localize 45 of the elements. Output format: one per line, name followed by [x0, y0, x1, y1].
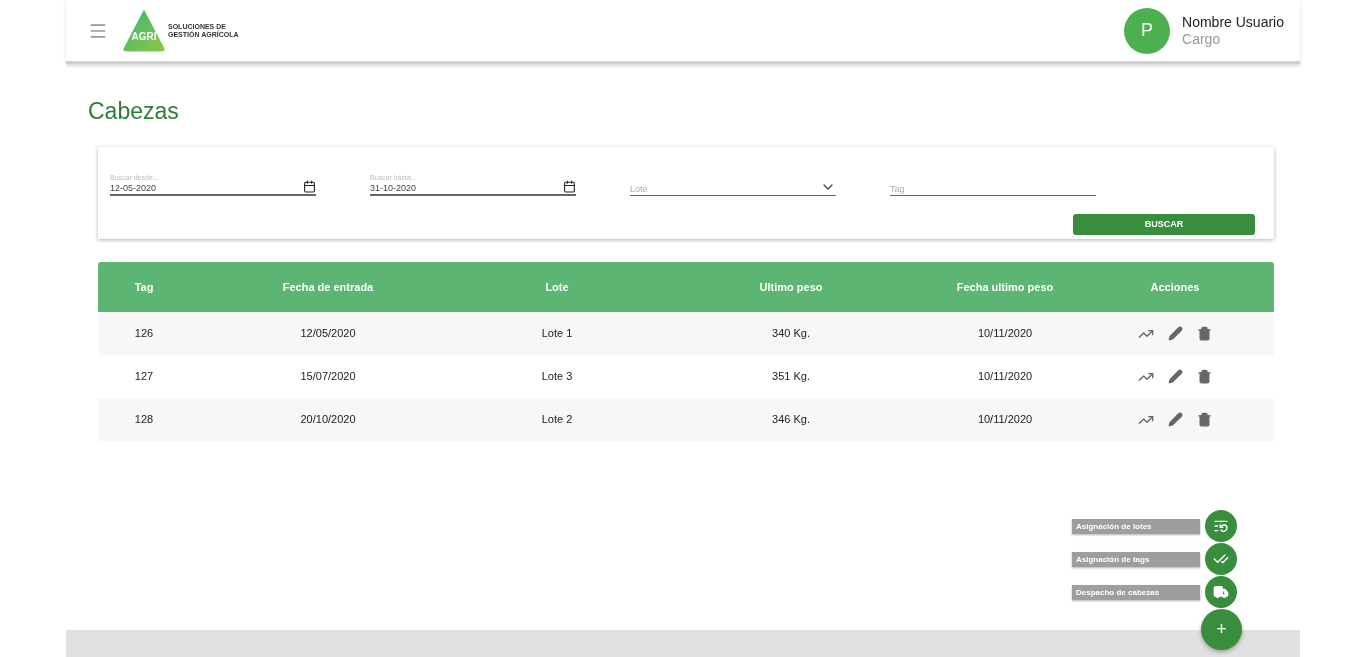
- table-cell-text: 128: [134, 412, 154, 428]
- truck-icon: [1213, 584, 1229, 600]
- action-label: Despacho de cabezas: [1072, 584, 1200, 600]
- table-cell-text: 340 Kg.: [772, 326, 810, 342]
- edit-icon[interactable]: [1168, 325, 1183, 341]
- table-cell-text: 12/05/2020: [300, 326, 356, 342]
- column-header: Fecha de entrada: [282, 279, 374, 295]
- action-label: Asignación de tags: [1072, 551, 1200, 567]
- table-cell-text: 126: [134, 326, 154, 342]
- table-cell-text: 15/07/2020: [300, 369, 356, 385]
- delete-icon[interactable]: [1197, 325, 1212, 341]
- table-cell-text: 10/11/2020: [977, 412, 1033, 428]
- column-header: Tag: [134, 279, 154, 295]
- column-header: Acciones: [1150, 279, 1200, 295]
- delete-icon[interactable]: [1197, 411, 1212, 427]
- table-cell-text: 10/11/2020: [977, 326, 1033, 342]
- user-role: Cargo: [1182, 30, 1222, 48]
- table-cell-text: 127: [134, 369, 154, 385]
- table-cell-text: Lote 2: [541, 412, 573, 428]
- edit-icon[interactable]: [1168, 411, 1183, 427]
- delete-icon[interactable]: [1197, 368, 1212, 384]
- action-button[interactable]: [1205, 576, 1237, 608]
- action-label: Asignación de lotes: [1072, 518, 1200, 534]
- calendar-icon: [563, 180, 576, 193]
- user-avatar: P: [1124, 7, 1171, 54]
- logo-mark: AGRI: [122, 9, 166, 52]
- search-button[interactable]: BUSCAR: [1073, 214, 1255, 235]
- lot-select[interactable]: Lote: [630, 179, 836, 196]
- table-cell-text: Lote 1: [541, 326, 573, 342]
- calendar-icon: [303, 180, 316, 193]
- table-cell-text: 10/11/2020: [977, 369, 1033, 385]
- column-header: Fecha ultimo peso: [956, 279, 1054, 295]
- table-cell-text: 351 Kg.: [772, 369, 810, 385]
- tag-field[interactable]: Tag: [890, 180, 1096, 196]
- table-cell-text: 20/10/2020: [300, 412, 356, 428]
- column-header: Ultimo peso: [759, 279, 823, 295]
- page-title: Cabezas: [88, 97, 180, 125]
- table-cell-text: Lote 3: [541, 369, 573, 385]
- action-button[interactable]: [1205, 510, 1237, 542]
- column-header: Lote: [545, 279, 569, 295]
- edit-icon[interactable]: [1168, 368, 1183, 384]
- user-name: Nombre Usuario: [1182, 13, 1284, 31]
- table-cell-text: 346 Kg.: [772, 412, 810, 428]
- list-icon: [1213, 518, 1229, 534]
- action-button[interactable]: [1205, 543, 1237, 575]
